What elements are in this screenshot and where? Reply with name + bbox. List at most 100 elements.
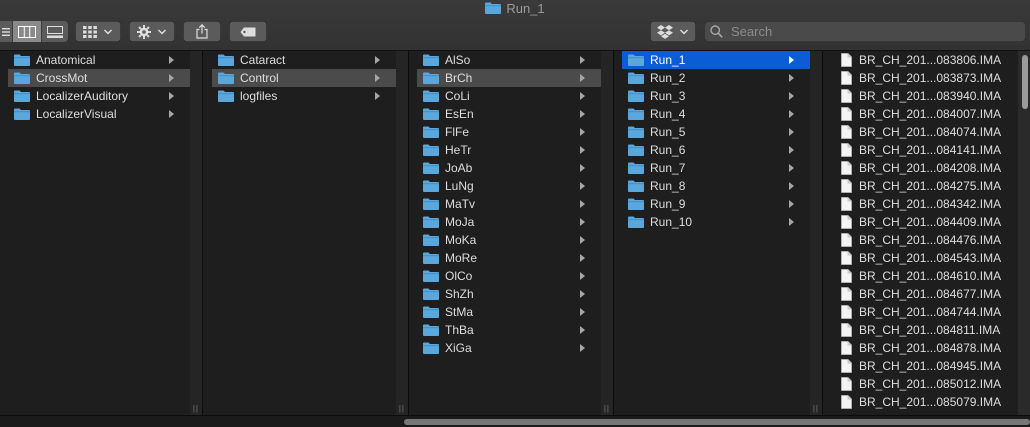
horizontal-scrollbar[interactable]: [0, 415, 1030, 427]
folder-row[interactable]: Run_7: [622, 159, 810, 177]
vertical-scroll-thumb[interactable]: [1022, 55, 1028, 109]
file-row[interactable]: BR_CH_201...084543.IMA: [831, 249, 1018, 267]
share-button[interactable]: [183, 21, 221, 42]
folder-row[interactable]: Run_5: [622, 123, 810, 141]
file-row[interactable]: BR_CH_201...084275.IMA: [831, 177, 1018, 195]
dropbox-icon: [657, 24, 673, 39]
disclosure-arrow-icon: [580, 218, 585, 226]
search-field[interactable]: [704, 21, 1026, 42]
folder-row[interactable]: CoLi: [417, 87, 601, 105]
folder-name: Run_9: [650, 197, 686, 211]
folder-row[interactable]: StMa: [417, 303, 601, 321]
file-row[interactable]: BR_CH_201...084342.IMA: [831, 195, 1018, 213]
document-icon: [841, 179, 852, 193]
folder-row[interactable]: XiGa: [417, 339, 601, 357]
folder-row[interactable]: HeTr: [417, 141, 601, 159]
file-row[interactable]: BR_CH_201...084141.IMA: [831, 141, 1018, 159]
gallery-view-button[interactable]: [42, 21, 68, 42]
folder-name: Run_1: [650, 53, 686, 67]
folder-row[interactable]: ThBa: [417, 321, 601, 339]
file-row[interactable]: BR_CH_201...083940.IMA: [831, 87, 1018, 105]
search-input[interactable]: [729, 23, 1013, 40]
folder-row[interactable]: BrCh: [417, 69, 601, 87]
folder-icon: [628, 162, 644, 174]
folder-row[interactable]: Run_3: [622, 87, 810, 105]
file-row[interactable]: BR_CH_201...084476.IMA: [831, 231, 1018, 249]
file-row[interactable]: BR_CH_201...083873.IMA: [831, 69, 1018, 87]
folder-row[interactable]: Run_1: [622, 51, 810, 69]
folder-row[interactable]: Run_9: [622, 195, 810, 213]
document-icon: [841, 341, 852, 355]
folder-name: BrCh: [445, 71, 473, 85]
folder-row[interactable]: LocalizerAuditory: [8, 87, 190, 105]
file-row[interactable]: BR_CH_201...085079.IMA: [831, 393, 1018, 411]
browser-column-1[interactable]: || Anatomical CrossMot LocalizerAuditory Loc…: [8, 51, 203, 415]
folder-row[interactable]: LuNg: [417, 177, 601, 195]
file-row[interactable]: BR_CH_201...084744.IMA: [831, 303, 1018, 321]
folder-row[interactable]: LocalizerVisual: [8, 105, 190, 123]
tags-button[interactable]: [229, 21, 267, 42]
folder-row[interactable]: MoJa: [417, 213, 601, 231]
column-gutter: ||: [601, 51, 613, 415]
browser-column-4[interactable]: || Run_1 Run_2 Run_3 Run_4 Run_5 Run_6 Run_7 Run…: [622, 51, 823, 415]
folder-row[interactable]: AlSo: [417, 51, 601, 69]
folder-row[interactable]: MoRe: [417, 249, 601, 267]
folder-icon: [423, 252, 439, 264]
group-by-button[interactable]: [75, 21, 121, 42]
folder-name: Anatomical: [36, 53, 96, 67]
file-row[interactable]: BR_CH_201...084945.IMA: [831, 357, 1018, 375]
folder-icon: [628, 54, 644, 66]
browser-column-5[interactable]: BR_CH_201...083806.IMA BR_CH_201...083873…: [831, 51, 1019, 415]
folder-row[interactable]: Run_6: [622, 141, 810, 159]
folder-row[interactable]: MaTv: [417, 195, 601, 213]
vertical-scrollbar[interactable]: [1018, 51, 1030, 415]
file-row[interactable]: BR_CH_201...084208.IMA: [831, 159, 1018, 177]
folder-icon: [485, 2, 502, 14]
file-row[interactable]: BR_CH_201...084878.IMA: [831, 339, 1018, 357]
folder-row[interactable]: MoKa: [417, 231, 601, 249]
browser-column-2[interactable]: || Cataract Control logfiles: [212, 51, 409, 415]
file-row[interactable]: BR_CH_201...083806.IMA: [831, 51, 1018, 69]
folder-row[interactable]: FlFe: [417, 123, 601, 141]
folder-row[interactable]: ShZh: [417, 285, 601, 303]
dropbox-button[interactable]: [650, 21, 696, 42]
disclosure-arrow-icon: [789, 164, 794, 172]
folder-row[interactable]: Run_8: [622, 177, 810, 195]
file-name: BR_CH_201...084476.IMA: [859, 233, 1002, 247]
column-browser: || Anatomical CrossMot LocalizerAuditory Loc…: [0, 51, 1030, 426]
disclosure-arrow-icon: [169, 92, 174, 100]
horizontal-scroll-thumb[interactable]: [404, 419, 1030, 425]
file-row[interactable]: BR_CH_201...084007.IMA: [831, 105, 1018, 123]
column-view-button[interactable]: [13, 21, 42, 42]
folder-row[interactable]: Run_4: [622, 105, 810, 123]
file-row[interactable]: BR_CH_201...084677.IMA: [831, 285, 1018, 303]
column-resize-handle[interactable]: ||: [193, 404, 199, 413]
folder-row[interactable]: Anatomical: [8, 51, 190, 69]
folder-row[interactable]: EsEn: [417, 105, 601, 123]
folder-icon: [628, 216, 644, 228]
file-row[interactable]: BR_CH_201...084610.IMA: [831, 267, 1018, 285]
folder-icon: [423, 198, 439, 210]
view-mode-control[interactable]: [0, 21, 68, 42]
folder-row[interactable]: CrossMot: [8, 69, 190, 87]
folder-row[interactable]: Run_10: [622, 213, 810, 231]
column-resize-handle[interactable]: ||: [813, 404, 819, 413]
file-row[interactable]: BR_CH_201...084811.IMA: [831, 321, 1018, 339]
list-view-button[interactable]: [0, 21, 13, 42]
file-row[interactable]: BR_CH_201...084074.IMA: [831, 123, 1018, 141]
action-menu-button[interactable]: [129, 21, 175, 42]
folder-row[interactable]: Control: [212, 69, 396, 87]
file-row[interactable]: BR_CH_201...084409.IMA: [831, 213, 1018, 231]
file-row[interactable]: BR_CH_201...085012.IMA: [831, 375, 1018, 393]
folder-row[interactable]: logfiles: [212, 87, 396, 105]
column-resize-handle[interactable]: ||: [604, 404, 610, 413]
browser-column-3[interactable]: || AlSo BrCh CoLi EsEn FlFe HeTr JoAb LuNg MaTv Mo…: [417, 51, 614, 415]
folder-row[interactable]: OlCo: [417, 267, 601, 285]
folder-row[interactable]: Run_2: [622, 69, 810, 87]
document-icon: [841, 251, 852, 265]
folder-name: MoJa: [445, 215, 475, 229]
disclosure-arrow-icon: [580, 308, 585, 316]
folder-row[interactable]: JoAb: [417, 159, 601, 177]
column-resize-handle[interactable]: ||: [399, 404, 405, 413]
folder-row[interactable]: Cataract: [212, 51, 396, 69]
